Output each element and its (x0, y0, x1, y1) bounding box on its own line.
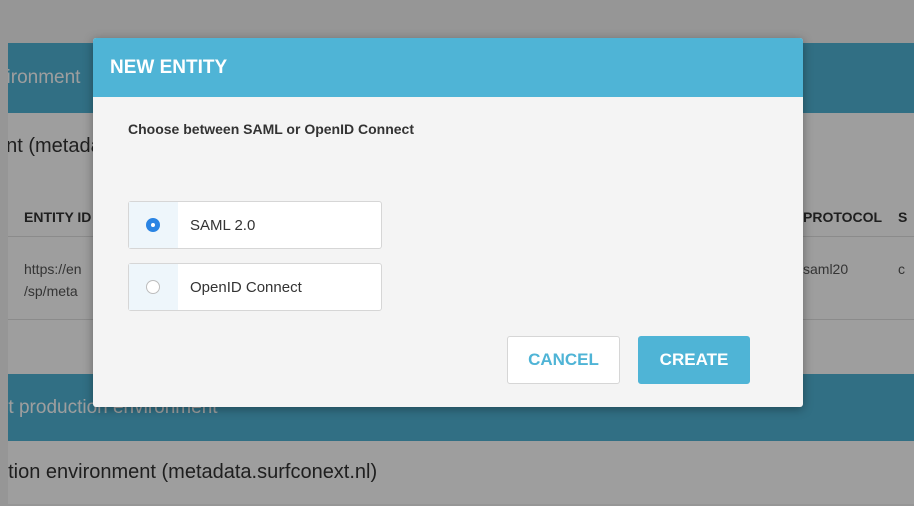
radio-cell-saml[interactable] (129, 202, 178, 248)
radio-selected-icon[interactable] (146, 218, 160, 232)
dialog-title: NEW ENTITY (110, 56, 228, 78)
option-saml[interactable]: SAML 2.0 (128, 201, 382, 249)
new-entity-dialog: NEW ENTITY Choose between SAML or OpenID… (93, 38, 803, 407)
option-saml-label: SAML 2.0 (190, 216, 256, 234)
create-button[interactable]: CREATE (638, 336, 750, 384)
cancel-button[interactable]: CANCEL (507, 336, 620, 384)
dialog-subtitle: Choose between SAML or OpenID Connect (128, 121, 414, 137)
radio-cell-openid-connect[interactable] (129, 264, 178, 310)
radio-unselected-icon[interactable] (146, 280, 160, 294)
option-openid-connect[interactable]: OpenID Connect (128, 263, 382, 311)
option-openid-connect-label: OpenID Connect (190, 278, 302, 296)
dialog-header: NEW ENTITY (93, 38, 803, 97)
